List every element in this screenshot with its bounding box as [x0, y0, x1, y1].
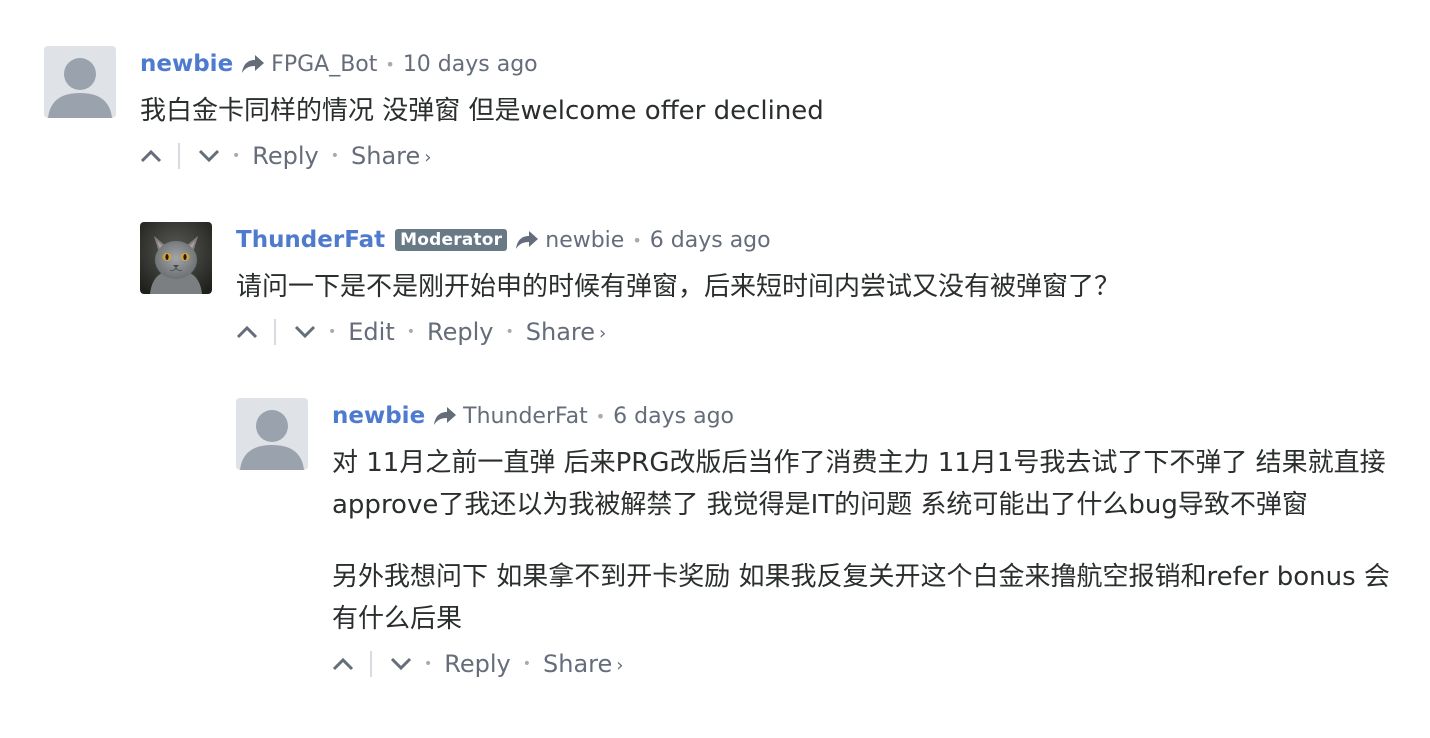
reply-button[interactable]: Reply [444, 650, 510, 678]
timestamp-link[interactable]: 6 days ago [650, 228, 771, 253]
avatar[interactable] [44, 46, 116, 118]
separator-dot: • [330, 148, 339, 164]
chevron-down-icon [294, 325, 316, 339]
avatar[interactable] [236, 398, 308, 470]
chevron-right-icon: › [424, 147, 432, 168]
message-paragraph: 我白金卡同样的情况 没弹窗 但是welcome offer declined [140, 96, 824, 126]
separator-dot: • [424, 656, 433, 672]
moderator-badge: Moderator [395, 229, 508, 251]
comment-footer: • Reply • Share › [332, 644, 1410, 684]
separator-dot: • [505, 324, 514, 340]
parent-author-link[interactable]: ThunderFat [463, 404, 588, 429]
share-button[interactable]: Share › [543, 650, 623, 678]
parent-author-link[interactable]: FPGA_Bot [271, 52, 377, 77]
chevron-up-icon [140, 149, 162, 163]
reply-button[interactable]: Reply [252, 142, 318, 170]
upvote-button[interactable] [236, 321, 258, 343]
chevron-right-icon: › [599, 323, 607, 344]
separator-dot: • [385, 54, 395, 74]
downvote-button[interactable] [198, 145, 220, 167]
reply-arrow-icon [515, 230, 539, 250]
downvote-button[interactable] [294, 321, 316, 343]
comment-body: newbie FPGA_Bot • 10 days ago 我白金卡同样的情况 … [140, 46, 1410, 176]
share-label: Share [525, 318, 596, 346]
comment-body: newbie ThunderFat • 6 days ago 对 11月之前一直… [332, 398, 1410, 684]
vote-divider [178, 143, 180, 169]
comment-header: ThunderFat Moderator newbie • 6 days ago [236, 222, 1410, 258]
user-silhouette-icon [44, 46, 116, 118]
chevron-right-icon: › [616, 655, 624, 676]
comment-message: 我白金卡同样的情况 没弹窗 但是welcome offer declined [140, 90, 1410, 132]
separator-dot: • [232, 148, 241, 164]
message-paragraph: 对 11月之前一直弹 后来PRG改版后当作了消费主力 11月1号我去试了下不弹了… [332, 448, 1386, 520]
separator-dot: • [522, 656, 531, 672]
comment-header: newbie FPGA_Bot • 10 days ago [140, 46, 1410, 82]
share-button[interactable]: Share › [351, 142, 431, 170]
share-label: Share [351, 142, 421, 170]
message-paragraph: 请问一下是不是刚开始申的时候有弹窗，后来短时间内尝试又没有被弹窗了？ [236, 272, 1121, 302]
upvote-button[interactable] [332, 653, 354, 675]
separator-dot: • [328, 324, 337, 340]
separator-dot: • [595, 406, 606, 426]
reply-arrow-icon [241, 54, 265, 74]
timestamp-link[interactable]: 10 days ago [403, 52, 538, 77]
chevron-down-icon [390, 657, 412, 671]
author-name[interactable]: newbie [332, 403, 425, 429]
comment-footer: • Edit • Reply • Share › [236, 312, 1410, 352]
downvote-button[interactable] [390, 653, 412, 675]
chevron-down-icon [198, 149, 220, 163]
reply-button[interactable]: Reply [427, 318, 493, 346]
edit-button[interactable]: Edit [348, 318, 394, 346]
comment-body: ThunderFat Moderator newbie • 6 days ago… [236, 222, 1410, 352]
vote-divider [370, 651, 372, 677]
parent-author-link[interactable]: newbie [545, 228, 624, 253]
message-paragraph: 另外我想问下 如果拿不到开卡奖励 如果我反复关开这个白金来撸航空报销和refer… [332, 562, 1390, 634]
comment-footer: • Reply • Share › [140, 136, 1410, 176]
reply-arrow-icon [433, 406, 457, 426]
comment-header: newbie ThunderFat • 6 days ago [332, 398, 1410, 434]
separator-dot: • [632, 230, 642, 250]
timestamp-link[interactable]: 6 days ago [613, 404, 734, 429]
comment-message: 请问一下是不是刚开始申的时候有弹窗，后来短时间内尝试又没有被弹窗了？ [236, 266, 1410, 308]
share-button[interactable]: Share › [526, 318, 606, 346]
vote-divider [274, 319, 276, 345]
author-name[interactable]: newbie [140, 51, 233, 77]
share-label: Share [543, 650, 613, 678]
avatar[interactable] [140, 222, 212, 294]
separator-dot: • [406, 324, 416, 340]
author-name[interactable]: ThunderFat [236, 227, 385, 253]
upvote-button[interactable] [140, 145, 162, 167]
comment-message: 对 11月之前一直弹 后来PRG改版后当作了消费主力 11月1号我去试了下不弹了… [332, 442, 1410, 640]
user-silhouette-icon [236, 398, 308, 470]
chevron-up-icon [332, 657, 354, 671]
chevron-up-icon [236, 325, 258, 339]
cat-avatar-image [140, 222, 212, 294]
